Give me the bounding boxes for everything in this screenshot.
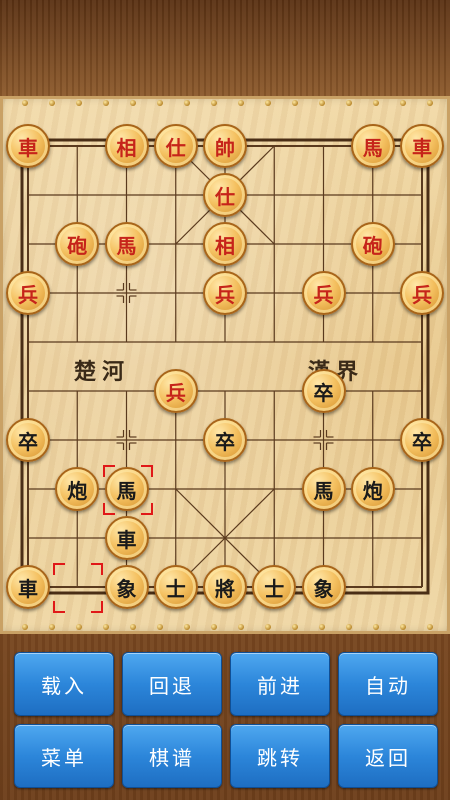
black-piece[interactable]: 士 — [153, 565, 198, 609]
red-piece[interactable]: 相 — [104, 124, 149, 168]
red-piece[interactable]: 砲 — [350, 222, 395, 266]
move-from-marker — [53, 563, 66, 575]
back-button[interactable]: 返回 — [338, 724, 438, 788]
black-piece[interactable]: 馬 — [301, 467, 346, 511]
move-from-marker — [53, 601, 66, 613]
red-piece[interactable]: 車 — [6, 124, 50, 168]
red-piece[interactable]: 兵 — [6, 271, 50, 315]
forward-button[interactable]: 前进 — [230, 652, 330, 716]
red-piece[interactable]: 仕 — [153, 124, 198, 168]
black-piece[interactable]: 卒 — [6, 418, 50, 462]
red-piece[interactable]: 帥 — [203, 124, 247, 168]
xiangqi-board[interactable]: 楚河 漢界 車相仕帥馬車仕砲馬相砲兵兵兵兵兵卒卒卒卒炮馬馬炮車車象士將士象 — [0, 96, 450, 634]
red-piece[interactable]: 馬 — [350, 124, 395, 168]
black-piece[interactable]: 將 — [203, 565, 247, 609]
red-piece[interactable]: 兵 — [153, 369, 198, 413]
red-piece[interactable]: 馬 — [104, 222, 149, 266]
black-piece[interactable]: 炮 — [55, 467, 100, 511]
black-piece[interactable]: 象 — [301, 565, 346, 609]
record-button[interactable]: 棋谱 — [122, 724, 222, 788]
move-from-marker — [91, 601, 104, 613]
black-piece[interactable]: 象 — [104, 565, 149, 609]
move-from-marker — [91, 563, 104, 575]
black-piece[interactable]: 車 — [104, 516, 149, 560]
load-button[interactable]: 载入 — [14, 652, 114, 716]
red-piece[interactable]: 車 — [400, 124, 444, 168]
red-piece[interactable]: 相 — [203, 222, 247, 266]
black-piece[interactable]: 卒 — [301, 369, 346, 413]
black-piece[interactable]: 車 — [6, 565, 50, 609]
river-label-left: 楚河 — [74, 359, 131, 385]
jump-button[interactable]: 跳转 — [230, 724, 330, 788]
top-wood-strip — [0, 0, 450, 96]
red-piece[interactable]: 兵 — [301, 271, 346, 315]
auto-button[interactable]: 自动 — [338, 652, 438, 716]
undo-button[interactable]: 回退 — [122, 652, 222, 716]
black-piece[interactable]: 卒 — [400, 418, 444, 462]
black-piece[interactable]: 馬 — [104, 467, 149, 511]
black-piece[interactable]: 士 — [252, 565, 297, 609]
control-panel: 载入 回退 前进 自动 菜单 棋谱 跳转 返回 — [0, 640, 450, 800]
black-piece[interactable]: 卒 — [203, 418, 247, 462]
black-piece[interactable]: 炮 — [350, 467, 395, 511]
red-piece[interactable]: 兵 — [203, 271, 247, 315]
menu-button[interactable]: 菜单 — [14, 724, 114, 788]
red-piece[interactable]: 砲 — [55, 222, 100, 266]
red-piece[interactable]: 兵 — [400, 271, 444, 315]
red-piece[interactable]: 仕 — [203, 173, 247, 217]
